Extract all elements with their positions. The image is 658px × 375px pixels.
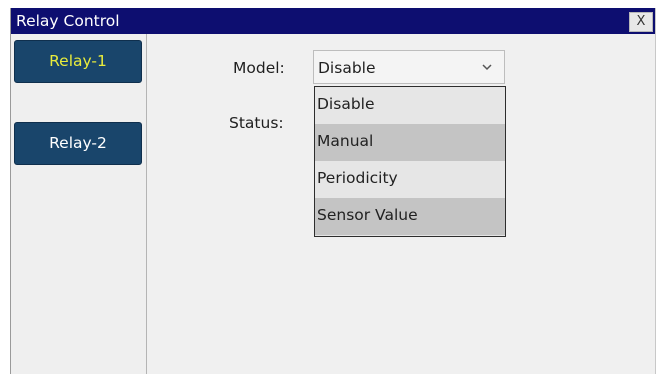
chevron-down-icon <box>482 64 492 71</box>
sidebar-item-relay-1[interactable]: Relay-1 <box>14 40 142 83</box>
model-label: Model: <box>233 59 285 77</box>
relay-control-window: Relay Control X Relay-1 Relay-2 Model: S… <box>10 8 656 374</box>
window-title: Relay Control <box>16 12 120 30</box>
dropdown-option-sensor-value[interactable]: Sensor Value <box>315 198 505 235</box>
dropdown-option-manual[interactable]: Manual <box>315 124 505 161</box>
model-select-value: Disable <box>318 59 376 77</box>
dropdown-option-periodicity[interactable]: Periodicity <box>315 161 505 198</box>
sidebar-item-relay-2[interactable]: Relay-2 <box>14 122 142 165</box>
sidebar-item-label: Relay-1 <box>49 52 107 70</box>
dropdown-option-disable[interactable]: Disable <box>315 87 505 124</box>
model-select[interactable]: Disable <box>313 50 505 84</box>
close-icon: X <box>636 14 646 29</box>
title-bar: Relay Control X <box>11 8 655 34</box>
sidebar: Relay-1 Relay-2 <box>11 34 147 374</box>
status-label: Status: <box>229 114 284 132</box>
main-panel: Model: Status: Disable Disable Manual Pe… <box>147 34 655 374</box>
model-dropdown-list: Disable Manual Periodicity Sensor Value <box>314 86 506 237</box>
sidebar-item-label: Relay-2 <box>49 134 107 152</box>
close-button[interactable]: X <box>629 12 653 32</box>
